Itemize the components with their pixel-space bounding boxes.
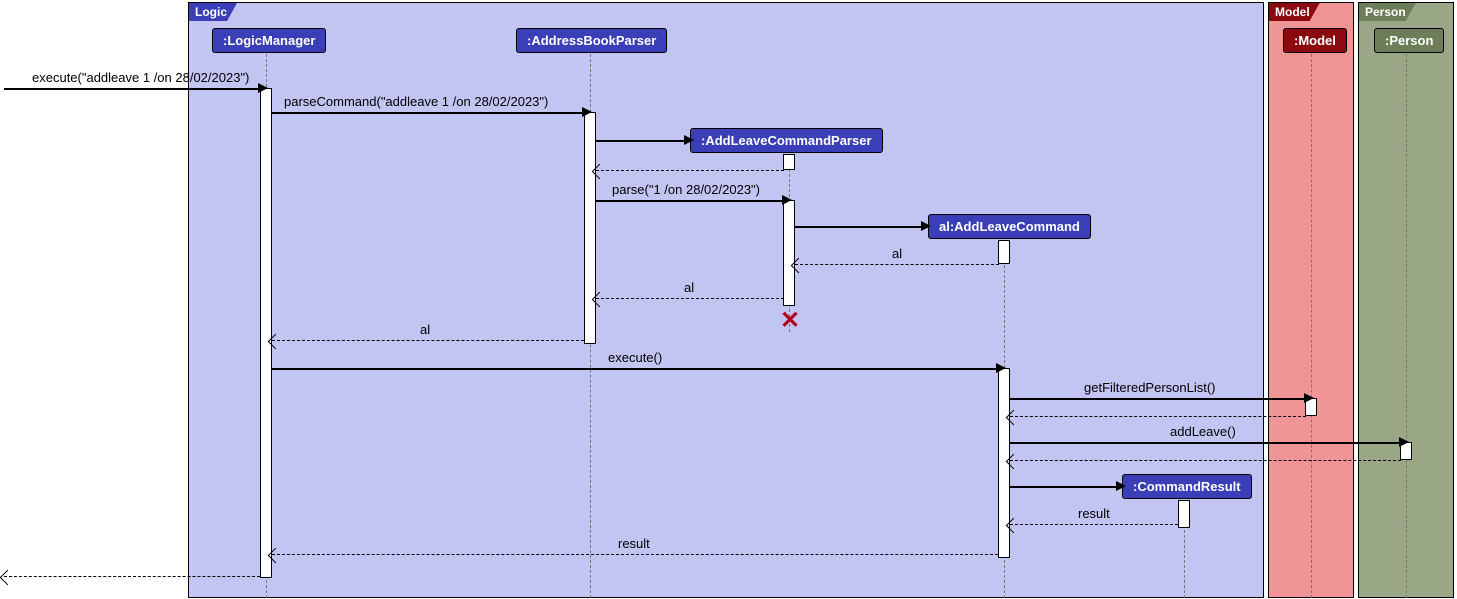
msg-create-cmdparser <box>596 140 686 142</box>
activation-result <box>1178 500 1190 528</box>
msg-return-al-1-label: al <box>892 246 902 261</box>
arrow-icon <box>1116 481 1126 491</box>
arrow-icon <box>582 107 592 117</box>
arrow-icon <box>782 195 792 205</box>
arrow-icon <box>996 363 1006 373</box>
msg-return-cmdparser-create <box>596 170 784 171</box>
msg-return-al-1 <box>795 264 999 265</box>
msg-return-result-1 <box>1010 524 1178 525</box>
msg-addleave-label: addLeave() <box>1170 424 1236 439</box>
participant-person: :Person <box>1374 28 1444 53</box>
participant-cmd: al:AddLeaveCommand <box>928 214 1091 239</box>
arrow-icon <box>1304 393 1314 403</box>
frame-logic-label: Logic <box>189 3 237 21</box>
msg-return-final <box>4 576 260 577</box>
msg-return-getlist <box>1010 416 1306 417</box>
msg-getlist-label: getFilteredPersonList() <box>1084 380 1216 395</box>
msg-exec-initial-label: execute("addleave 1 /on 28/02/2023") <box>32 70 249 85</box>
lifeline-model <box>1311 54 1312 598</box>
arrow-icon <box>1399 437 1409 447</box>
activation-cmdparser-2 <box>783 200 795 306</box>
destroy-icon: ✕ <box>780 306 800 335</box>
msg-create-result <box>1010 486 1118 488</box>
participant-logicmanager: :LogicManager <box>212 28 326 53</box>
msg-getlist <box>1010 398 1306 400</box>
msg-parse-label: parse("1 /on 28/02/2023") <box>612 182 760 197</box>
lifeline-person <box>1406 54 1407 598</box>
msg-addleave <box>1010 442 1401 444</box>
participant-result: :CommandResult <box>1122 474 1252 499</box>
activation-logicmanager <box>260 88 272 578</box>
msg-execute-label: execute() <box>608 350 662 365</box>
msg-create-cmd <box>795 226 923 228</box>
activation-cmdparser-1 <box>783 154 795 170</box>
msg-execute <box>272 368 998 370</box>
msg-parsecmd-label: parseCommand("addleave 1 /on 28/02/2023"… <box>284 94 548 109</box>
participant-model: :Model <box>1283 28 1347 53</box>
msg-return-addleave <box>1010 460 1401 461</box>
participant-cmdparser: :AddLeaveCommandParser <box>690 128 883 153</box>
msg-return-result-2 <box>272 554 998 555</box>
arrow-icon <box>684 135 694 145</box>
msg-return-al-3 <box>272 340 584 341</box>
frame-person-label: Person <box>1359 3 1416 21</box>
activation-parser <box>584 112 596 344</box>
msg-return-result-2-label: result <box>618 536 650 551</box>
arrow-icon <box>258 83 268 93</box>
msg-exec-initial <box>4 88 260 90</box>
msg-parse <box>596 200 784 202</box>
msg-parsecmd <box>272 112 584 114</box>
msg-return-result-1-label: result <box>1078 506 1110 521</box>
activation-cmd-1 <box>998 240 1010 264</box>
msg-return-al-2-label: al <box>684 280 694 295</box>
frame-model-label: Model <box>1269 3 1320 21</box>
arrow-icon <box>921 221 931 231</box>
participant-parser: :AddressBookParser <box>516 28 667 53</box>
msg-return-al-2 <box>596 298 784 299</box>
msg-return-al-3-label: al <box>420 322 430 337</box>
